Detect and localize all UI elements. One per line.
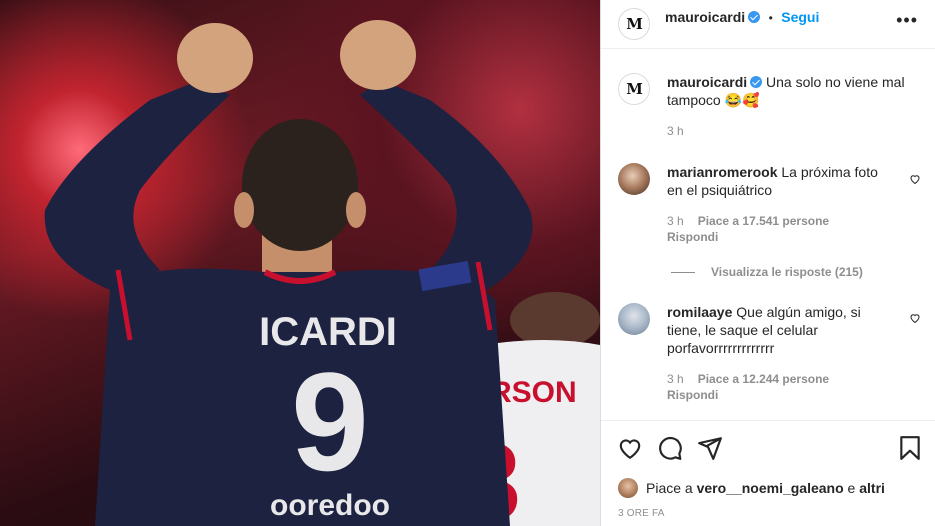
caption-avatar-monogram: M (626, 80, 643, 98)
author-avatar-monogram: M (626, 15, 643, 33)
author-avatar[interactable]: M (618, 8, 650, 40)
action-bar (601, 420, 935, 480)
comment-likes-count[interactable]: Piace a 17.541 persone (698, 214, 829, 228)
jersey-number: 9 (291, 343, 369, 500)
comment-username[interactable]: marianromerook (667, 164, 777, 180)
view-replies-label: Visualizza le risposte (215) (711, 265, 863, 279)
post-photo[interactable]: MERSON 3 ICARDI 9 ooredoo (0, 0, 600, 526)
verified-icon (748, 10, 761, 23)
liked-by-prefix: Piace a (646, 480, 693, 496)
comment-like-heart-icon[interactable] (909, 173, 921, 185)
comment-avatar[interactable] (618, 163, 650, 195)
caption-time[interactable]: 3 h (667, 124, 684, 138)
heart-icon[interactable] (617, 435, 643, 461)
caption: mauroicardi Una solo no viene mal tampoc… (667, 73, 922, 109)
main-player: ICARDI 9 ooredoo (44, 20, 533, 526)
comment-time[interactable]: 3 h (667, 214, 684, 228)
comment-username[interactable]: romilaaye (667, 304, 732, 320)
follow-button[interactable]: Segui (781, 9, 819, 25)
more-icon[interactable]: ••• (896, 10, 918, 31)
liker-avatar[interactable] (618, 478, 638, 498)
post-details-panel: M mauroicardi • Segui ••• M mauroicardi … (600, 0, 935, 526)
comment-avatar[interactable] (618, 303, 650, 335)
post-header: M mauroicardi • Segui ••• (601, 0, 935, 49)
player-illustration: MERSON 3 ICARDI 9 ooredoo (44, 20, 600, 526)
caption-author-avatar[interactable]: M (618, 73, 650, 105)
share-icon[interactable] (697, 435, 723, 461)
liked-by-others[interactable]: altri (859, 480, 885, 496)
comment-meta: 3 h Piace a 17.541 persone (667, 214, 829, 228)
liked-by-user[interactable]: vero__noemi_galeano (697, 480, 844, 496)
comment: romilaaye Que algún amigo, si tiene, le … (667, 303, 897, 357)
verified-icon (750, 76, 763, 89)
comment-time[interactable]: 3 h (667, 372, 684, 386)
comment-likes-count[interactable]: Piace a 12.244 persone (698, 372, 829, 386)
bookmark-icon[interactable] (897, 435, 923, 461)
comment-icon[interactable] (657, 435, 683, 461)
post-timestamp[interactable]: 3 ORE FA (618, 508, 665, 519)
reply-button[interactable]: Rispondi (667, 230, 718, 244)
jersey-sponsor: ooredoo (270, 489, 390, 522)
comment: marianromerook La próxima foto en el psi… (667, 163, 897, 199)
author-username[interactable]: mauroicardi (665, 9, 745, 25)
caption-username[interactable]: mauroicardi (667, 74, 747, 90)
comment-meta: 3 h Piace a 12.244 persone (667, 372, 829, 386)
reply-button[interactable]: Rispondi (667, 388, 718, 402)
liked-by: Piace a vero__noemi_galeano e altri (618, 478, 885, 498)
view-replies-button[interactable]: Visualizza le risposte (215) (671, 265, 863, 279)
comment-like-heart-icon[interactable] (909, 312, 921, 324)
liked-by-conj: e (847, 480, 856, 496)
separator-dot: • (768, 11, 773, 25)
